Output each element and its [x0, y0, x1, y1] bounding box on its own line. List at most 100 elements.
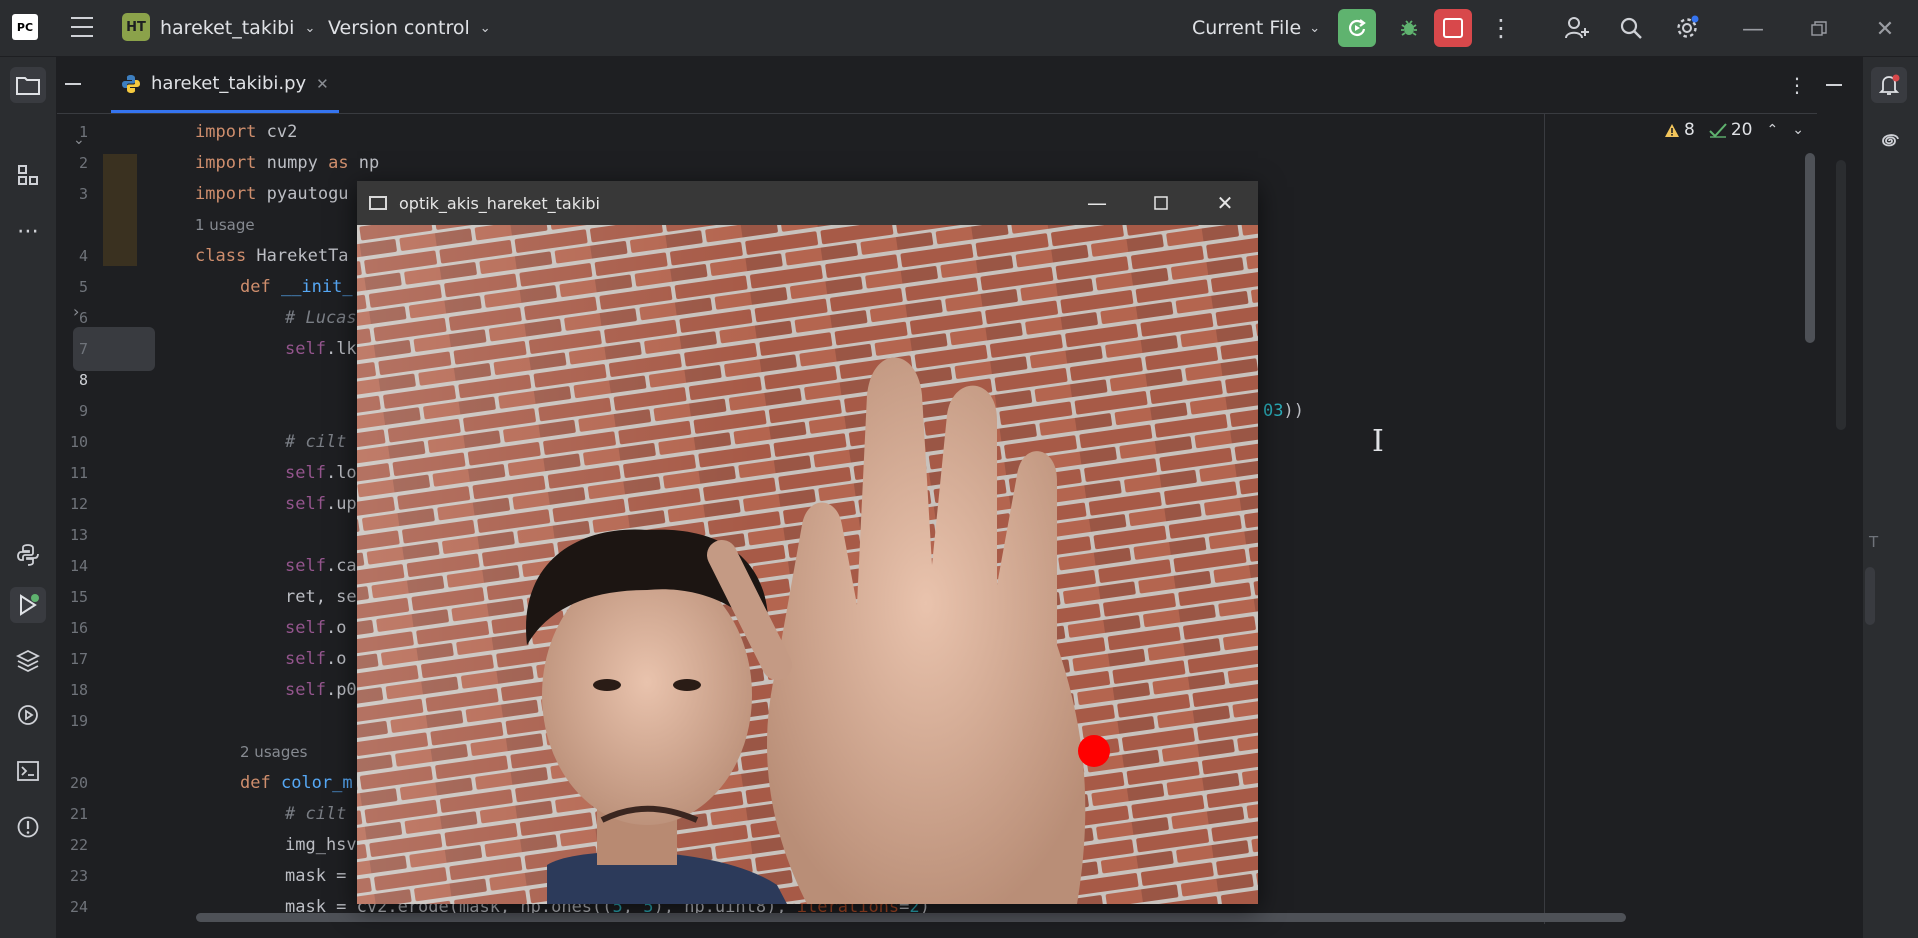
code-line: # cilt	[285, 431, 347, 452]
minimize-window-button[interactable]: —	[1736, 12, 1770, 46]
line-number: 18	[69, 680, 88, 699]
editor-vertical-scrollbar[interactable]	[1805, 153, 1815, 343]
hide-right-panel-icon[interactable]	[1826, 84, 1842, 86]
ai-assistant-button[interactable]	[1871, 123, 1907, 159]
opencv-window-title: optik_akis_hareket_takibi	[399, 193, 600, 213]
chevron-down-icon: ⌄	[479, 20, 491, 36]
project-badge[interactable]: HT	[122, 13, 150, 41]
usages-hint[interactable]: 2 usages	[240, 743, 307, 761]
rerun-button[interactable]	[1338, 9, 1376, 47]
gear-icon	[1677, 15, 1699, 38]
editor-tab-bar: hareket_takibi.py ✕ ⋮	[57, 57, 1817, 114]
right-panel-scrollbar[interactable]	[1836, 160, 1846, 430]
code-line: import numpy as np	[195, 152, 380, 173]
line-number: 10	[69, 432, 88, 451]
opencv-window: optik_akis_hareket_takibi — ✕	[357, 181, 1258, 904]
right-scrollbar[interactable]	[1865, 567, 1875, 625]
maximize-icon	[1154, 196, 1168, 210]
line-number: 13	[69, 525, 88, 544]
run-configuration-label: Current File	[1192, 17, 1302, 39]
line-number: 15	[69, 587, 88, 606]
line-number: 11	[69, 463, 88, 482]
close-window-button[interactable]: ✕	[1868, 12, 1902, 46]
opencv-title-bar[interactable]: optik_akis_hareket_takibi — ✕	[357, 181, 1258, 225]
pycharm-logo[interactable]: PC	[12, 14, 38, 40]
previous-highlight-icon[interactable]: ⌃	[1766, 122, 1778, 138]
line-number: 16	[69, 618, 88, 637]
notifications-button[interactable]	[1871, 67, 1907, 103]
hide-panel-icon[interactable]	[65, 83, 81, 85]
rerun-icon	[1349, 19, 1366, 36]
add-user-icon	[1565, 17, 1589, 39]
line-number: 7	[78, 339, 88, 358]
version-control-selector[interactable]: Version control ⌄	[328, 14, 491, 42]
right-edge-label: T	[1869, 533, 1879, 551]
stop-icon	[1443, 18, 1463, 38]
python-file-icon	[122, 74, 140, 93]
code-line: mask =	[285, 865, 347, 886]
code-line: self .o	[285, 617, 347, 638]
run-configuration-selector[interactable]: Current File ⌄	[1192, 14, 1320, 42]
line-number: 8	[78, 370, 88, 389]
code-line: def __init_	[240, 276, 353, 297]
line-number: 14	[69, 556, 88, 575]
code-line: self .lo	[285, 462, 357, 483]
line-number: 1	[78, 122, 88, 141]
code-line: img_hsv	[285, 834, 357, 855]
search-button[interactable]	[1614, 11, 1648, 45]
tab-actions-icon[interactable]: ⋮	[1787, 73, 1807, 97]
folder-icon	[16, 77, 40, 95]
code-with-me-button[interactable]	[1560, 11, 1594, 45]
version-control-label: Version control	[328, 17, 470, 39]
line-number: 4	[78, 246, 88, 265]
code-line: self .up	[285, 493, 357, 514]
right-tool-bar: T	[1862, 57, 1918, 938]
main-menu-button[interactable]	[68, 14, 96, 40]
project-name: hareket_takibi	[160, 17, 295, 39]
editor-horizontal-scrollbar[interactable]	[196, 913, 1626, 922]
project-selector[interactable]: hareket_takibi ⌄	[160, 14, 315, 42]
bell-icon	[1878, 74, 1900, 95]
usages-hint[interactable]: 1 usage	[195, 216, 255, 234]
line-number: 2	[78, 153, 88, 172]
chevron-down-icon: ⌄	[1309, 20, 1321, 36]
line-number: 3	[78, 184, 88, 203]
code-line: self .p0	[285, 679, 357, 700]
restore-icon	[1811, 21, 1827, 36]
line-number: 22	[69, 835, 88, 854]
cv-minimize-button[interactable]: —	[1067, 181, 1127, 225]
code-line: import cv2	[195, 121, 298, 142]
line-number: 12	[69, 494, 88, 513]
cv-close-button[interactable]: ✕	[1195, 181, 1255, 225]
camera-frame	[357, 225, 1258, 904]
line-number: 23	[69, 866, 88, 885]
stop-button[interactable]	[1434, 9, 1472, 47]
right-margin-guide	[1544, 114, 1545, 924]
code-line: # cilt	[285, 803, 347, 824]
chevron-down-icon: ⌄	[304, 20, 316, 36]
more-actions-button[interactable]: ⋮	[1489, 12, 1513, 44]
tracking-point	[1078, 735, 1110, 767]
window-app-icon	[369, 196, 387, 210]
bug-icon	[1401, 20, 1417, 36]
cv-maximize-button[interactable]	[1131, 181, 1191, 225]
inspection-widget[interactable]: 8 20 ⌃ ⌄	[1664, 120, 1804, 140]
next-highlight-icon[interactable]: ⌄	[1792, 122, 1804, 138]
checkmark-icon	[1709, 123, 1727, 138]
code-line: import pyautogu	[195, 183, 349, 204]
line-number: 5	[78, 277, 88, 296]
code-line: ret, se	[285, 586, 357, 607]
project-tool-button[interactable]	[10, 67, 46, 103]
tab-hareket-takibi[interactable]: hareket_takibi.py ✕	[111, 57, 339, 113]
settings-button[interactable]	[1670, 11, 1704, 45]
webcam-image	[357, 225, 1258, 904]
restore-window-button[interactable]	[1802, 12, 1836, 46]
title-bar: PC HT hareket_takibi ⌄ Version control ⌄…	[0, 0, 1918, 57]
code-line: def color_m	[240, 772, 353, 793]
close-tab-icon[interactable]: ✕	[316, 75, 329, 93]
tab-label: hareket_takibi.py	[151, 73, 307, 94]
code-line: self .lk	[285, 338, 357, 359]
code-line: # Lucas	[285, 307, 357, 328]
debug-button[interactable]	[1390, 9, 1428, 47]
warning-icon	[1665, 123, 1679, 137]
